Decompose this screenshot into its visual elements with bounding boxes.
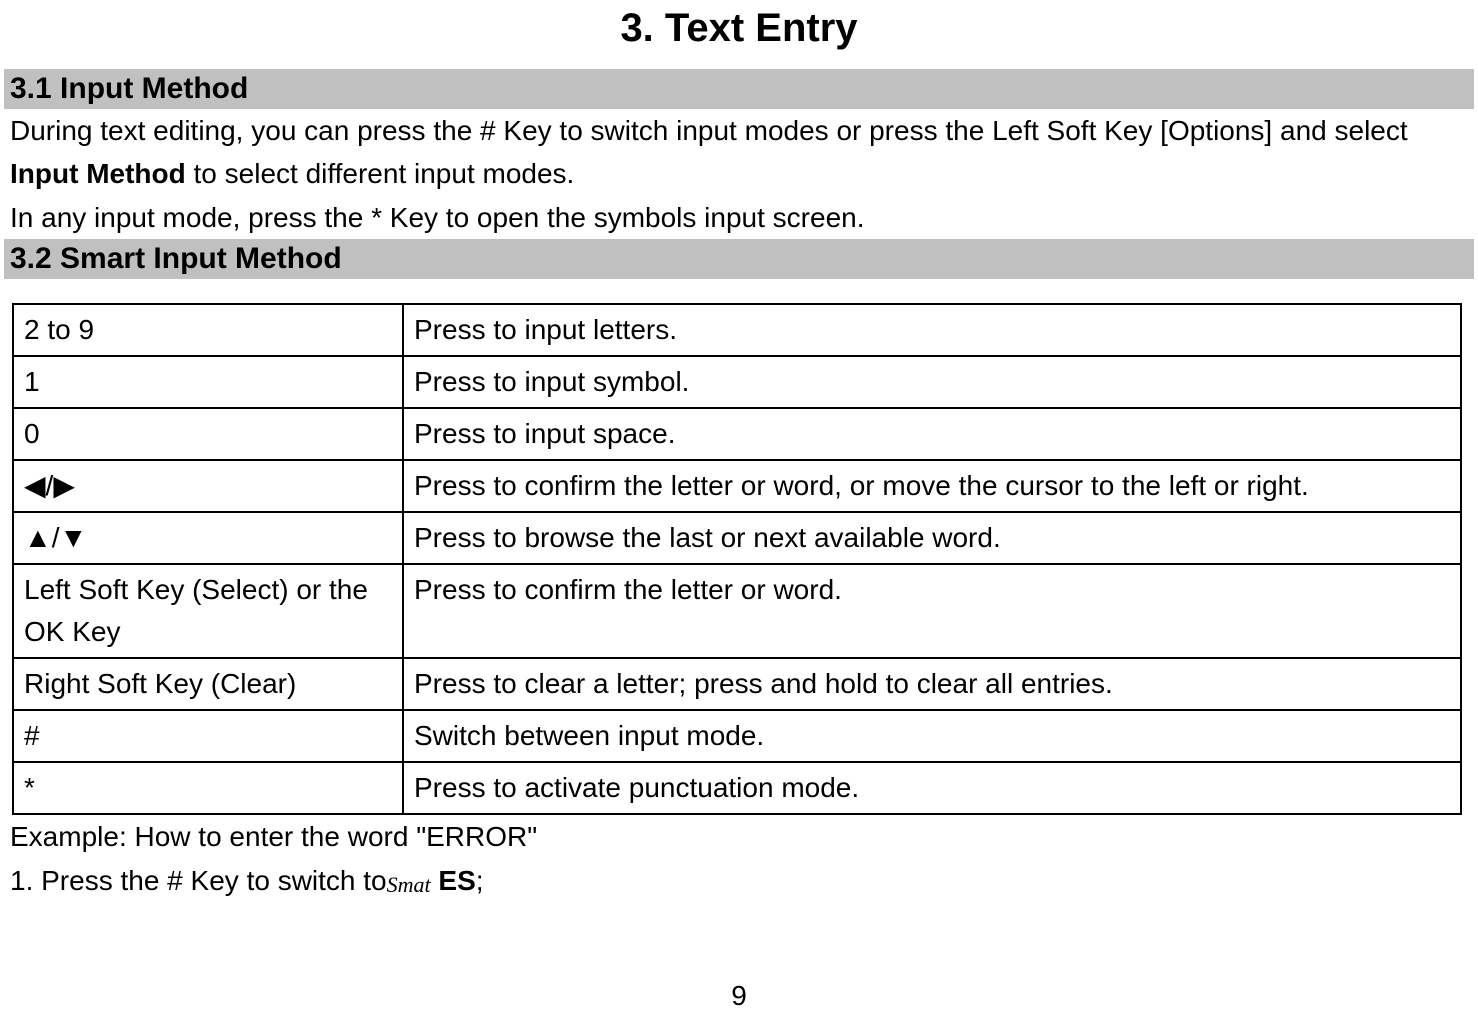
- desc-cell: Press to input letters.: [403, 304, 1461, 356]
- step-1: 1. Press the # Key to switch toSmat ES;: [4, 859, 1474, 902]
- page-number: 9: [0, 980, 1478, 1012]
- desc-cell: Press to confirm the letter or word, or …: [403, 460, 1461, 512]
- desc-cell: Press to input space.: [403, 408, 1461, 460]
- key-cell: 1: [13, 356, 403, 408]
- smart-icon: Smat: [387, 868, 431, 902]
- table-row: Right Soft Key (Clear) Press to clear a …: [13, 658, 1461, 710]
- step1-pre: 1. Press the # Key to switch to: [10, 865, 387, 896]
- table-row: * Press to activate punctuation mode.: [13, 762, 1461, 814]
- page-container: 3. Text Entry 3.1 Input Method During te…: [0, 0, 1478, 1020]
- p1-post: to select different input modes.: [186, 158, 575, 189]
- desc-cell: Press to confirm the letter or word.: [403, 564, 1461, 658]
- desc-cell: Press to clear a letter; press and hold …: [403, 658, 1461, 710]
- desc-cell: Press to activate punctuation mode.: [403, 762, 1461, 814]
- table-row: # Switch between input mode.: [13, 710, 1461, 762]
- table-row: 1 Press to input symbol.: [13, 356, 1461, 408]
- table-row: ◀/▶ Press to confirm the letter or word,…: [13, 460, 1461, 512]
- chapter-title: 3. Text Entry: [4, 0, 1474, 69]
- smart-input-table: 2 to 9 Press to input letters. 1 Press t…: [12, 303, 1462, 815]
- table-row: 2 to 9 Press to input letters.: [13, 304, 1461, 356]
- p1-pre: During text editing, you can press the #…: [10, 115, 1408, 146]
- desc-cell: Press to browse the last or next availab…: [403, 512, 1461, 564]
- table-row: 0 Press to input space.: [13, 408, 1461, 460]
- key-cell: Left Soft Key (Select) or the OK Key: [13, 564, 403, 658]
- key-cell: 0: [13, 408, 403, 460]
- paragraph-1: During text editing, you can press the #…: [4, 109, 1474, 196]
- key-cell: *: [13, 762, 403, 814]
- p1-bold: Input Method: [10, 158, 186, 189]
- table-row: ▲/▼ Press to browse the last or next ava…: [13, 512, 1461, 564]
- key-cell: 2 to 9: [13, 304, 403, 356]
- section-3-2-heading: 3.2 Smart Input Method: [4, 239, 1474, 279]
- key-cell: ◀/▶: [13, 460, 403, 512]
- step1-bold: ES: [438, 865, 475, 896]
- step1-post: ;: [476, 865, 484, 896]
- key-cell: #: [13, 710, 403, 762]
- desc-cell: Switch between input mode.: [403, 710, 1461, 762]
- paragraph-2: In any input mode, press the * Key to op…: [4, 196, 1474, 239]
- table-row: Left Soft Key (Select) or the OK Key Pre…: [13, 564, 1461, 658]
- section-3-1-heading: 3.1 Input Method: [4, 69, 1474, 109]
- key-cell: ▲/▼: [13, 512, 403, 564]
- key-cell: Right Soft Key (Clear): [13, 658, 403, 710]
- desc-cell: Press to input symbol.: [403, 356, 1461, 408]
- example-line: Example: How to enter the word "ERROR": [4, 815, 1474, 858]
- spacer: [4, 279, 1474, 299]
